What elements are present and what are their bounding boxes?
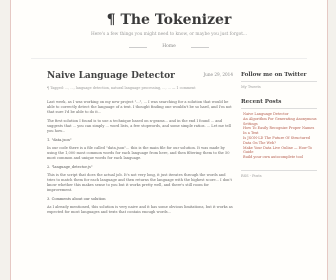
nav-divider-right [191,47,209,48]
twitter-heading: Follow me on Twitter [241,72,307,78]
sidebar-divider [241,81,317,82]
site-title[interactable]: ¶ The Tokenizer [11,12,327,28]
section-heading: 1. "data.json" [47,138,72,142]
post-paragraph: Last week, as I was working on my new pr… [47,100,232,114]
sidebar: Follow me on Twitter My Tweets Recent Po… [241,72,317,188]
section-heading: 2. "language_detector.js" [47,165,93,169]
sidebar-divider [241,108,317,109]
nav-home-link[interactable]: Home [162,44,176,49]
post-meta: ¶ Tagged: ..., ..., language detection, … [47,86,196,90]
recent-post-link[interactable]: An Algorithm For Generating Anonymous Se… [241,117,317,127]
rss-link[interactable]: RSS - Posts [241,174,317,178]
site-tagline: Here's a few things you might need to kn… [90,32,248,37]
post-paragraph: As I already mentioned, this solution is… [47,205,233,214]
main-nav: Home [129,44,209,49]
section-heading: 3. Comments about our solution [47,197,106,201]
post-paragraph: This is the script that does the actual … [47,173,232,192]
twitter-link[interactable]: My Tweets [241,85,317,89]
recent-post-link[interactable]: Make Your Data Live Online — How-To Guid… [241,146,317,156]
post-date: June 29, 2014 [203,72,233,77]
recent-posts-list: Naive Language Detector An Algorithm For… [241,112,317,160]
header-divider [31,58,307,59]
post-paragraph: In our code there is a file called "data… [47,146,230,160]
post-paragraph: The first solution I found is to use a t… [47,119,231,133]
post-content: Last week, as I was working on my new pr… [47,100,233,219]
post-title[interactable]: Naive Language Detector [47,71,175,81]
recent-posts-heading: Recent Posts [241,99,282,105]
page-container: ¶ The Tokenizer Here's a few things you … [10,0,328,280]
sidebar-divider [241,169,317,171]
nav-divider-left [129,47,147,48]
recent-post-link[interactable]: Is JSON-LD The Future Of Structured Data… [241,136,317,146]
recent-post-link[interactable]: How To Easily Recognize Proper Names In … [241,126,317,136]
